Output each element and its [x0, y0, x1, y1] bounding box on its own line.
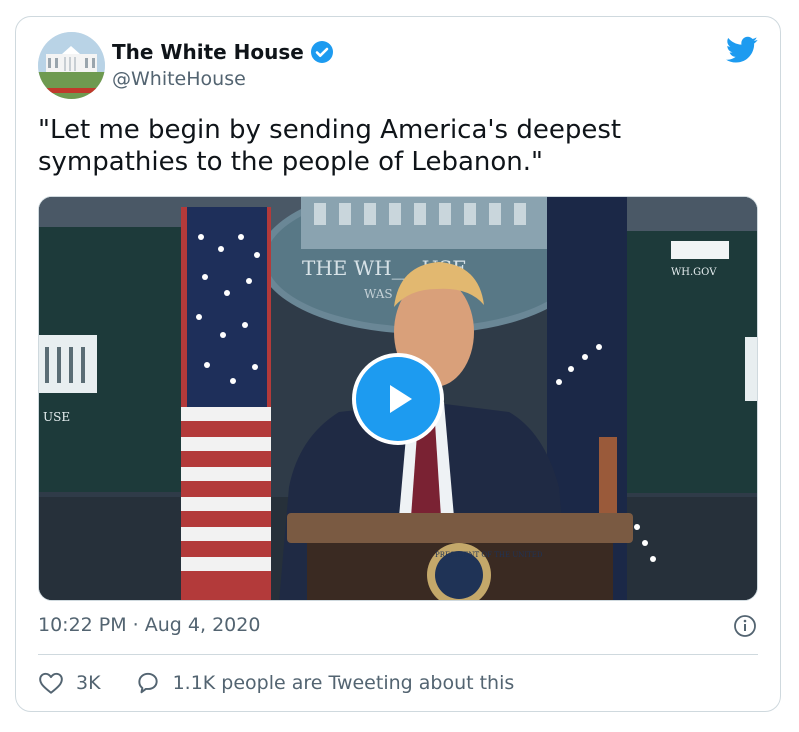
like-count: 3K [76, 672, 101, 694]
like-action[interactable]: 3K [38, 670, 101, 696]
tweeting-count: 1.1K people are Tweeting about this [172, 672, 515, 694]
account-name[interactable]: The White House [112, 40, 304, 64]
tweet-text: "Let me begin by sending America's deepe… [38, 115, 622, 177]
action-bar: 3K 1.1K people are Tweeting about this [38, 670, 514, 696]
avatar[interactable] [38, 32, 105, 99]
left-screen-text: USE [43, 410, 70, 424]
right-screen-text: WH.GOV [671, 267, 717, 278]
twitter-bird-icon[interactable] [726, 36, 758, 64]
tweet-timestamp[interactable]: 10:22 PM · Aug 4, 2020 [38, 614, 260, 636]
play-button[interactable] [352, 353, 444, 445]
tweeting-action[interactable]: 1.1K people are Tweeting about this [135, 670, 515, 696]
backdrop-sub-text: WAS [364, 287, 393, 301]
play-icon [390, 385, 412, 413]
verified-badge-icon [310, 41, 333, 63]
seal-text: PRESIDENT OF THE UNITED [435, 551, 543, 559]
divider [38, 654, 758, 655]
heart-icon[interactable] [38, 670, 64, 696]
account-name-row[interactable]: The White House [112, 40, 334, 64]
white-house-avatar-image [38, 32, 105, 99]
info-icon[interactable] [733, 614, 757, 638]
comment-bubble-icon[interactable] [135, 670, 161, 696]
account-handle[interactable]: @WhiteHouse [112, 68, 246, 90]
